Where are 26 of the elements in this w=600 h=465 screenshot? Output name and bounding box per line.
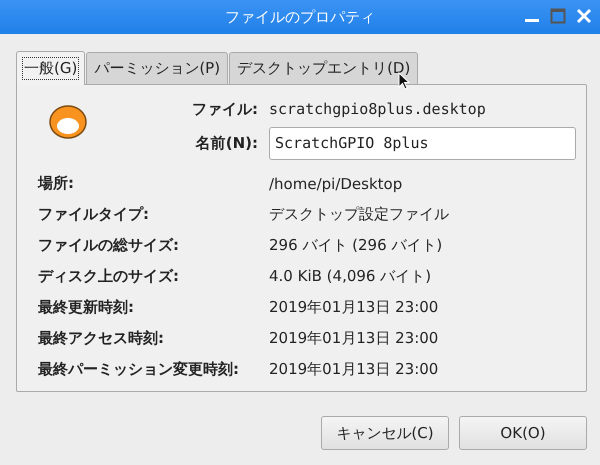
property-value: 2019年01月13日 23:00 bbox=[269, 360, 440, 379]
property-value: 2019年01月13日 23:00 bbox=[269, 329, 440, 348]
property-label: ディスク上のサイズ: bbox=[38, 267, 180, 286]
tab[interactable]: 一般(G) bbox=[16, 51, 86, 85]
property-label: 最終アクセス時刻: bbox=[38, 329, 165, 348]
tab[interactable]: パーミッション(P) bbox=[86, 52, 228, 84]
property-label: ファイルタイプ: bbox=[38, 205, 150, 224]
name-field[interactable]: ScratchGPIO 8plus bbox=[269, 126, 576, 160]
property-value: デスクトップ設定ファイル bbox=[269, 205, 450, 224]
ok-button[interactable]: OK(O) bbox=[459, 416, 587, 450]
property-label: 場所: bbox=[38, 174, 75, 193]
file-name: scratchgpio8plus.desktop bbox=[269, 100, 487, 118]
property-label: 最終パーミッション変更時刻: bbox=[38, 360, 240, 379]
close-icon[interactable] bbox=[576, 8, 592, 24]
field-label: ファイル: bbox=[191, 100, 259, 118]
tab[interactable]: デスクトップエントリ(D) bbox=[229, 52, 418, 84]
field-label: 名前(N): bbox=[194, 134, 259, 152]
property-value: 2019年01月13日 23:00 bbox=[269, 298, 440, 317]
property-value: 296 バイト (296 バイト) bbox=[269, 236, 444, 255]
property-label: 最終更新時刻: bbox=[38, 298, 135, 317]
window-title: ファイルのプロパティ bbox=[225, 8, 375, 26]
property-label: ファイルの総サイズ: bbox=[38, 236, 180, 255]
cancel-button[interactable]: キャンセル(C) bbox=[321, 416, 449, 450]
maximize-icon[interactable] bbox=[550, 8, 566, 24]
property-value: /home/pi/Desktop bbox=[269, 174, 404, 192]
property-value: 4.0 KiB (4,096 バイト) bbox=[269, 267, 432, 286]
